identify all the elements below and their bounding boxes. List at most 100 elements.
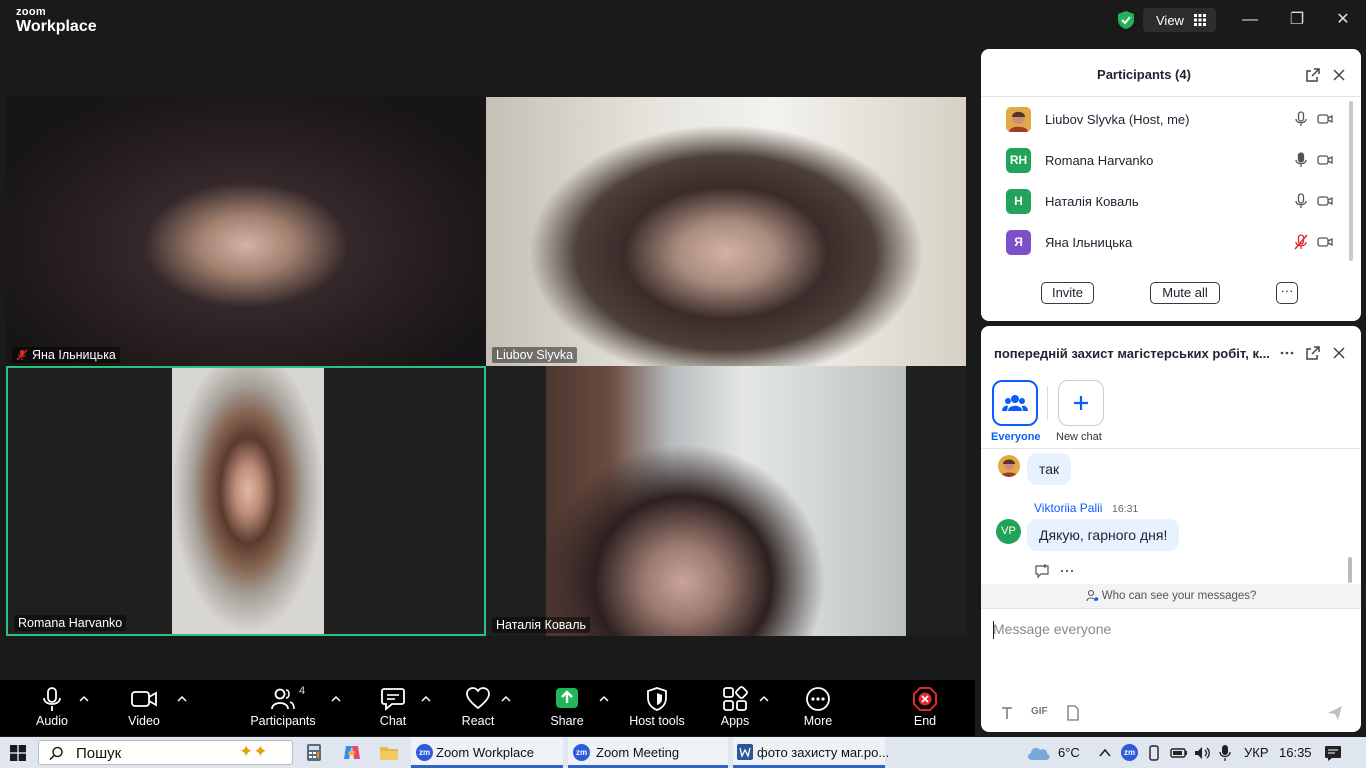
chevron-up-icon[interactable] (421, 694, 431, 704)
tile-name: Яна Ільницька (32, 348, 116, 362)
chevron-up-icon[interactable] (501, 694, 511, 704)
send-icon[interactable] (1327, 705, 1343, 721)
popout-icon[interactable] (1305, 67, 1321, 83)
video-tile[interactable]: Яна Ільницька (6, 97, 486, 366)
mute-all-button[interactable]: Mute all (1150, 282, 1220, 304)
windows-start-icon[interactable] (10, 745, 26, 761)
everyone-chat-button[interactable] (992, 380, 1038, 426)
end-label: End (913, 714, 937, 728)
avatar: Я (1006, 230, 1031, 255)
audio-button[interactable]: Audio (28, 686, 76, 734)
mic-muted-icon (16, 349, 28, 361)
popout-icon[interactable] (1305, 345, 1321, 361)
text-format-icon[interactable] (999, 705, 1015, 721)
more-label: More (803, 714, 833, 728)
minimize-button[interactable]: — (1240, 10, 1260, 30)
plus-icon (1074, 396, 1088, 410)
message-composer[interactable]: Message everyone GIF (981, 608, 1361, 732)
taskbar-app-zoom-workplace[interactable]: zm Zoom Workplace (411, 737, 563, 768)
end-meeting-button[interactable]: End (902, 686, 948, 734)
video-tile[interactable]: Наталія Коваль (486, 366, 966, 636)
chevron-up-icon[interactable] (759, 694, 769, 704)
calculator-icon[interactable] (306, 744, 322, 761)
microphone-icon[interactable] (1293, 111, 1309, 127)
host-tools-label: Host tools (629, 714, 685, 728)
more-button[interactable]: More (795, 686, 841, 734)
apps-button[interactable]: Apps (712, 686, 758, 734)
participant-row[interactable]: RH Romana Harvanko (981, 140, 1341, 180)
participants-scrollbar[interactable] (1349, 101, 1353, 261)
speaker-icon[interactable] (1194, 745, 1211, 761)
microphone-icon[interactable] (1293, 152, 1309, 168)
close-icon[interactable] (1331, 67, 1347, 83)
participants-header: Participants (4) (981, 49, 1361, 97)
zoom-tray-icon[interactable]: zm (1121, 744, 1138, 761)
more-horizontal-icon[interactable] (1279, 345, 1295, 361)
more-options-button[interactable]: ··· (1276, 282, 1298, 304)
chevron-up-icon[interactable] (331, 694, 341, 704)
avatar: RH (1006, 148, 1031, 173)
chat-panel: попередній захист магістерських робіт, к… (981, 326, 1361, 732)
message-sender[interactable]: Viktoriia Palii (1034, 501, 1102, 515)
shield-check-icon[interactable] (1116, 10, 1136, 30)
view-button[interactable]: View (1143, 8, 1216, 32)
copilot-icon[interactable] (343, 744, 361, 761)
cloud-weather-icon[interactable] (1026, 745, 1051, 761)
microphone-icon[interactable] (1293, 193, 1309, 209)
chat-message-bubble: Дякую, гарного дня! (1027, 519, 1180, 551)
reply-icon[interactable] (1034, 563, 1050, 579)
battery-icon[interactable] (1170, 745, 1188, 761)
participant-row[interactable]: Н Наталія Коваль (981, 181, 1341, 221)
taskbar-app-zoom-meeting[interactable]: zm Zoom Meeting (568, 737, 728, 768)
folder-icon[interactable] (380, 745, 398, 760)
host-tools-button[interactable]: Host tools (626, 686, 688, 734)
more-horizontal-icon[interactable] (1059, 563, 1075, 579)
video-camera-icon[interactable] (1317, 152, 1333, 168)
apps-icon (723, 686, 748, 711)
chevron-up-icon[interactable] (1098, 747, 1112, 759)
react-button[interactable]: React (455, 686, 501, 734)
chat-header: попередній захист магістерських робіт, к… (981, 326, 1361, 378)
invite-button[interactable]: Invite (1041, 282, 1094, 304)
participant-row[interactable]: Я Яна Ільницька (981, 222, 1341, 262)
file-icon[interactable] (1065, 705, 1081, 721)
phone-link-icon[interactable] (1146, 745, 1162, 761)
zoom-app-icon: zm (573, 744, 590, 761)
participant-row[interactable]: Liubov Slyvka (Host, me) (981, 99, 1341, 139)
participants-button[interactable]: 4 Participants (248, 685, 318, 734)
clock-time[interactable]: 16:35 (1279, 745, 1312, 760)
share-button[interactable]: Share (545, 686, 589, 734)
restore-button[interactable]: ❐ (1287, 10, 1307, 30)
who-can-see-link[interactable]: Who can see your messages? (981, 584, 1361, 608)
video-camera-icon[interactable] (1317, 234, 1333, 250)
video-camera-icon[interactable] (1317, 193, 1333, 209)
microphone-muted-icon[interactable] (1293, 234, 1309, 250)
chat-title: попередній захист магістерських робіт, к… (994, 346, 1270, 361)
video-tile-active-speaker[interactable]: Romana Harvanko (6, 366, 486, 636)
microphone-icon[interactable] (1218, 744, 1232, 762)
chevron-up-icon[interactable] (177, 694, 187, 704)
avatar: Н (1006, 189, 1031, 214)
close-button[interactable]: ✕ (1333, 10, 1353, 30)
video-tile[interactable]: Liubov Slyvka (486, 97, 966, 366)
chat-scrollbar[interactable] (1348, 557, 1352, 583)
notification-icon[interactable] (1324, 745, 1342, 761)
taskbar-app-word-document[interactable]: фото захисту маг.ро... (733, 737, 889, 768)
close-icon[interactable] (1331, 345, 1347, 361)
weather-temp[interactable]: 6°C (1058, 745, 1080, 760)
new-chat-button[interactable] (1058, 380, 1104, 426)
video-camera-icon[interactable] (1317, 111, 1333, 127)
taskbar-search[interactable]: Пошук ✦✦ (38, 740, 293, 765)
message-input-placeholder[interactable]: Message everyone (993, 621, 1111, 637)
chat-label: Chat (379, 714, 407, 728)
person-lock-icon (1085, 590, 1098, 602)
chevron-up-icon[interactable] (79, 694, 89, 704)
chevron-up-icon[interactable] (599, 694, 609, 704)
microphone-icon (43, 687, 61, 711)
heart-icon (466, 687, 490, 710)
keyboard-language[interactable]: УКР (1244, 745, 1269, 760)
video-button[interactable]: Video (120, 686, 168, 734)
react-label: React (461, 714, 495, 728)
gif-button[interactable]: GIF (1031, 706, 1048, 717)
chat-button[interactable]: Chat (370, 686, 416, 734)
